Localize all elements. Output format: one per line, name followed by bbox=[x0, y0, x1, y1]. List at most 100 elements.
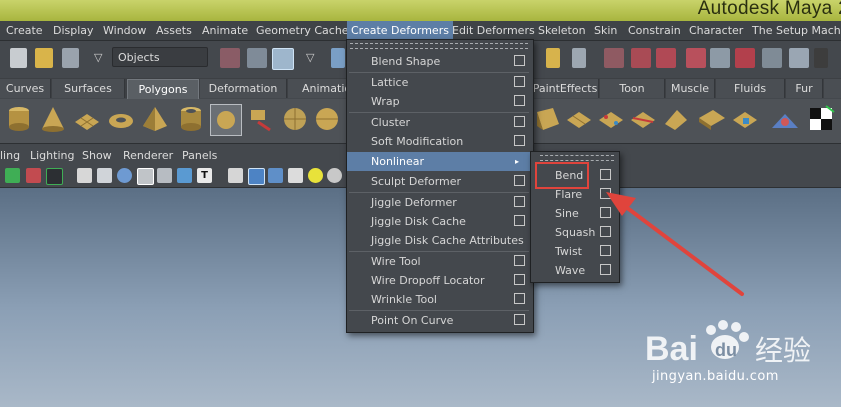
poly-combine-icon[interactable] bbox=[210, 104, 242, 136]
shadow-icon[interactable] bbox=[327, 168, 342, 183]
checker-icon[interactable] bbox=[806, 104, 836, 134]
menu-item-jiggle-disk-cache-attributes[interactable]: Jiggle Disk Cache Attributes bbox=[347, 231, 531, 250]
history-icon[interactable] bbox=[710, 48, 730, 68]
filter-menu-icon[interactable]: ▽ bbox=[306, 48, 320, 68]
menu-item-lattice[interactable]: Lattice bbox=[347, 73, 531, 92]
camera-select-icon[interactable] bbox=[5, 168, 20, 183]
shaded-cube-icon[interactable] bbox=[248, 168, 265, 185]
panel-menu-shading[interactable]: ling bbox=[0, 146, 20, 165]
menu-assets[interactable]: Assets bbox=[152, 21, 196, 40]
poly-sphere-icon[interactable] bbox=[280, 104, 310, 134]
poly-soft-select-icon[interactable] bbox=[770, 104, 800, 134]
poly-append-icon[interactable] bbox=[697, 104, 727, 134]
clapper-icon[interactable] bbox=[814, 48, 828, 68]
menu-item-jiggle-deformer[interactable]: Jiggle Deformer bbox=[347, 193, 531, 212]
option-box-icon[interactable] bbox=[600, 169, 611, 180]
menu-tearoff-handle[interactable] bbox=[350, 43, 528, 49]
checker-display-icon[interactable] bbox=[288, 168, 303, 183]
smooth-shade-icon[interactable] bbox=[137, 168, 154, 185]
select-by-type-icon[interactable] bbox=[331, 48, 345, 68]
poly-separate-icon[interactable] bbox=[246, 104, 276, 134]
option-box-icon[interactable] bbox=[514, 274, 525, 285]
menu-item-wrap[interactable]: Wrap bbox=[347, 92, 531, 111]
light-icon[interactable] bbox=[308, 168, 323, 183]
snap-view-icon[interactable] bbox=[656, 48, 676, 68]
option-box-icon[interactable] bbox=[514, 76, 525, 87]
poly-pipe-icon[interactable] bbox=[176, 104, 206, 134]
shelf-tab-surfaces[interactable]: Surfaces bbox=[52, 79, 125, 98]
option-box-icon[interactable] bbox=[514, 175, 525, 186]
shelf-tab-toon[interactable]: Toon bbox=[600, 79, 665, 98]
select-object-icon[interactable] bbox=[247, 48, 267, 68]
magnet-icon[interactable] bbox=[735, 48, 755, 68]
shelf-tab-fur[interactable]: Fur bbox=[786, 79, 823, 98]
shelf-tab-fluids[interactable]: Fluids bbox=[716, 79, 785, 98]
menu-character[interactable]: Character bbox=[685, 21, 747, 40]
poly-cylinder-icon[interactable] bbox=[4, 104, 34, 134]
snap-point-icon[interactable] bbox=[631, 48, 651, 68]
bookmark-icon[interactable] bbox=[46, 168, 63, 185]
option-box-icon[interactable] bbox=[514, 95, 525, 106]
menu-window[interactable]: Window bbox=[99, 21, 150, 40]
option-box-icon[interactable] bbox=[514, 135, 525, 146]
menu-item-wire-tool[interactable]: Wire Tool bbox=[347, 252, 531, 271]
menu-item-blend-shape[interactable]: Blend Shape bbox=[347, 52, 531, 71]
isolate-icon[interactable] bbox=[228, 168, 243, 183]
xray-icon[interactable] bbox=[177, 168, 192, 183]
poly-torus-icon[interactable] bbox=[106, 104, 136, 134]
wire-on-shaded-icon[interactable] bbox=[157, 168, 172, 183]
menu-skin[interactable]: Skin bbox=[590, 21, 621, 40]
menu-display[interactable]: Display bbox=[49, 21, 98, 40]
option-box-icon[interactable] bbox=[514, 293, 525, 304]
texture-icon[interactable]: T bbox=[197, 168, 212, 183]
poly-plane-icon[interactable] bbox=[72, 104, 102, 134]
lock-icon[interactable] bbox=[546, 48, 560, 68]
wireframe-icon[interactable] bbox=[117, 168, 132, 183]
option-box-icon[interactable] bbox=[514, 116, 525, 127]
poly-bridge-icon[interactable] bbox=[565, 104, 595, 134]
snap-curve-icon[interactable] bbox=[604, 48, 624, 68]
camera-attr-icon[interactable] bbox=[26, 168, 41, 183]
film-gate-icon[interactable] bbox=[97, 168, 112, 183]
shelf-tab-painteffects[interactable]: PaintEffects bbox=[532, 79, 599, 98]
selection-mode-field[interactable]: Objects bbox=[112, 47, 208, 67]
shelf-tab-deformation[interactable]: Deformation bbox=[200, 79, 287, 98]
poly-uv-icon[interactable] bbox=[731, 104, 761, 134]
menu-item-sculpt-deformer[interactable]: Sculpt Deformer bbox=[347, 172, 531, 191]
menu-geometry-cache[interactable]: Geometry Cache bbox=[252, 21, 353, 40]
panel-menu-lighting[interactable]: Lighting bbox=[30, 146, 74, 165]
input-ops-icon[interactable] bbox=[762, 48, 782, 68]
menu-animate[interactable]: Animate bbox=[198, 21, 252, 40]
save-scene-icon[interactable] bbox=[62, 48, 79, 68]
snap-grid-icon[interactable] bbox=[572, 48, 586, 68]
poly-split-icon[interactable] bbox=[629, 104, 659, 134]
menu-item-cluster[interactable]: Cluster bbox=[347, 113, 531, 132]
open-scene-icon[interactable] bbox=[35, 48, 53, 68]
menu-edit-deformers[interactable]: Edit Deformers bbox=[448, 21, 539, 40]
shelf-tab-curves[interactable]: Curves bbox=[0, 79, 51, 98]
poly-bevel-icon[interactable] bbox=[597, 104, 627, 134]
menu-create-deformers[interactable]: Create Deformers bbox=[347, 21, 453, 40]
panel-menu-panels[interactable]: Panels bbox=[182, 146, 217, 165]
menu-item-wire-dropoff-locator[interactable]: Wire Dropoff Locator bbox=[347, 271, 531, 290]
option-box-icon[interactable] bbox=[514, 215, 525, 226]
select-hierarchy-icon[interactable] bbox=[220, 48, 240, 68]
option-box-icon[interactable] bbox=[514, 55, 525, 66]
menu-constrain[interactable]: Constrain bbox=[624, 21, 685, 40]
mode-menu-icon[interactable]: ▽ bbox=[94, 48, 108, 68]
panel-menu-renderer[interactable]: Renderer bbox=[123, 146, 173, 165]
menu-item-point-on-curve[interactable]: Point On Curve bbox=[347, 311, 531, 330]
menu-item-wrinkle-tool[interactable]: Wrinkle Tool bbox=[347, 290, 531, 309]
menu-item-nonlinear[interactable]: Nonlinear ▸ bbox=[347, 152, 531, 171]
menu-item-jiggle-disk-cache[interactable]: Jiggle Disk Cache bbox=[347, 212, 531, 231]
submenu-tearoff-handle[interactable] bbox=[540, 155, 614, 161]
option-box-icon[interactable] bbox=[514, 314, 525, 325]
grid-icon[interactable] bbox=[77, 168, 92, 183]
poly-wedge-icon[interactable] bbox=[661, 104, 691, 134]
poly-pyramid-icon[interactable] bbox=[140, 104, 170, 134]
render-view-icon[interactable] bbox=[789, 48, 809, 68]
poly-smooth-icon[interactable] bbox=[312, 104, 342, 134]
shelf-tab-polygons[interactable]: Polygons bbox=[127, 79, 199, 99]
snap-surface-icon[interactable] bbox=[686, 48, 706, 68]
option-box-icon[interactable] bbox=[514, 255, 525, 266]
